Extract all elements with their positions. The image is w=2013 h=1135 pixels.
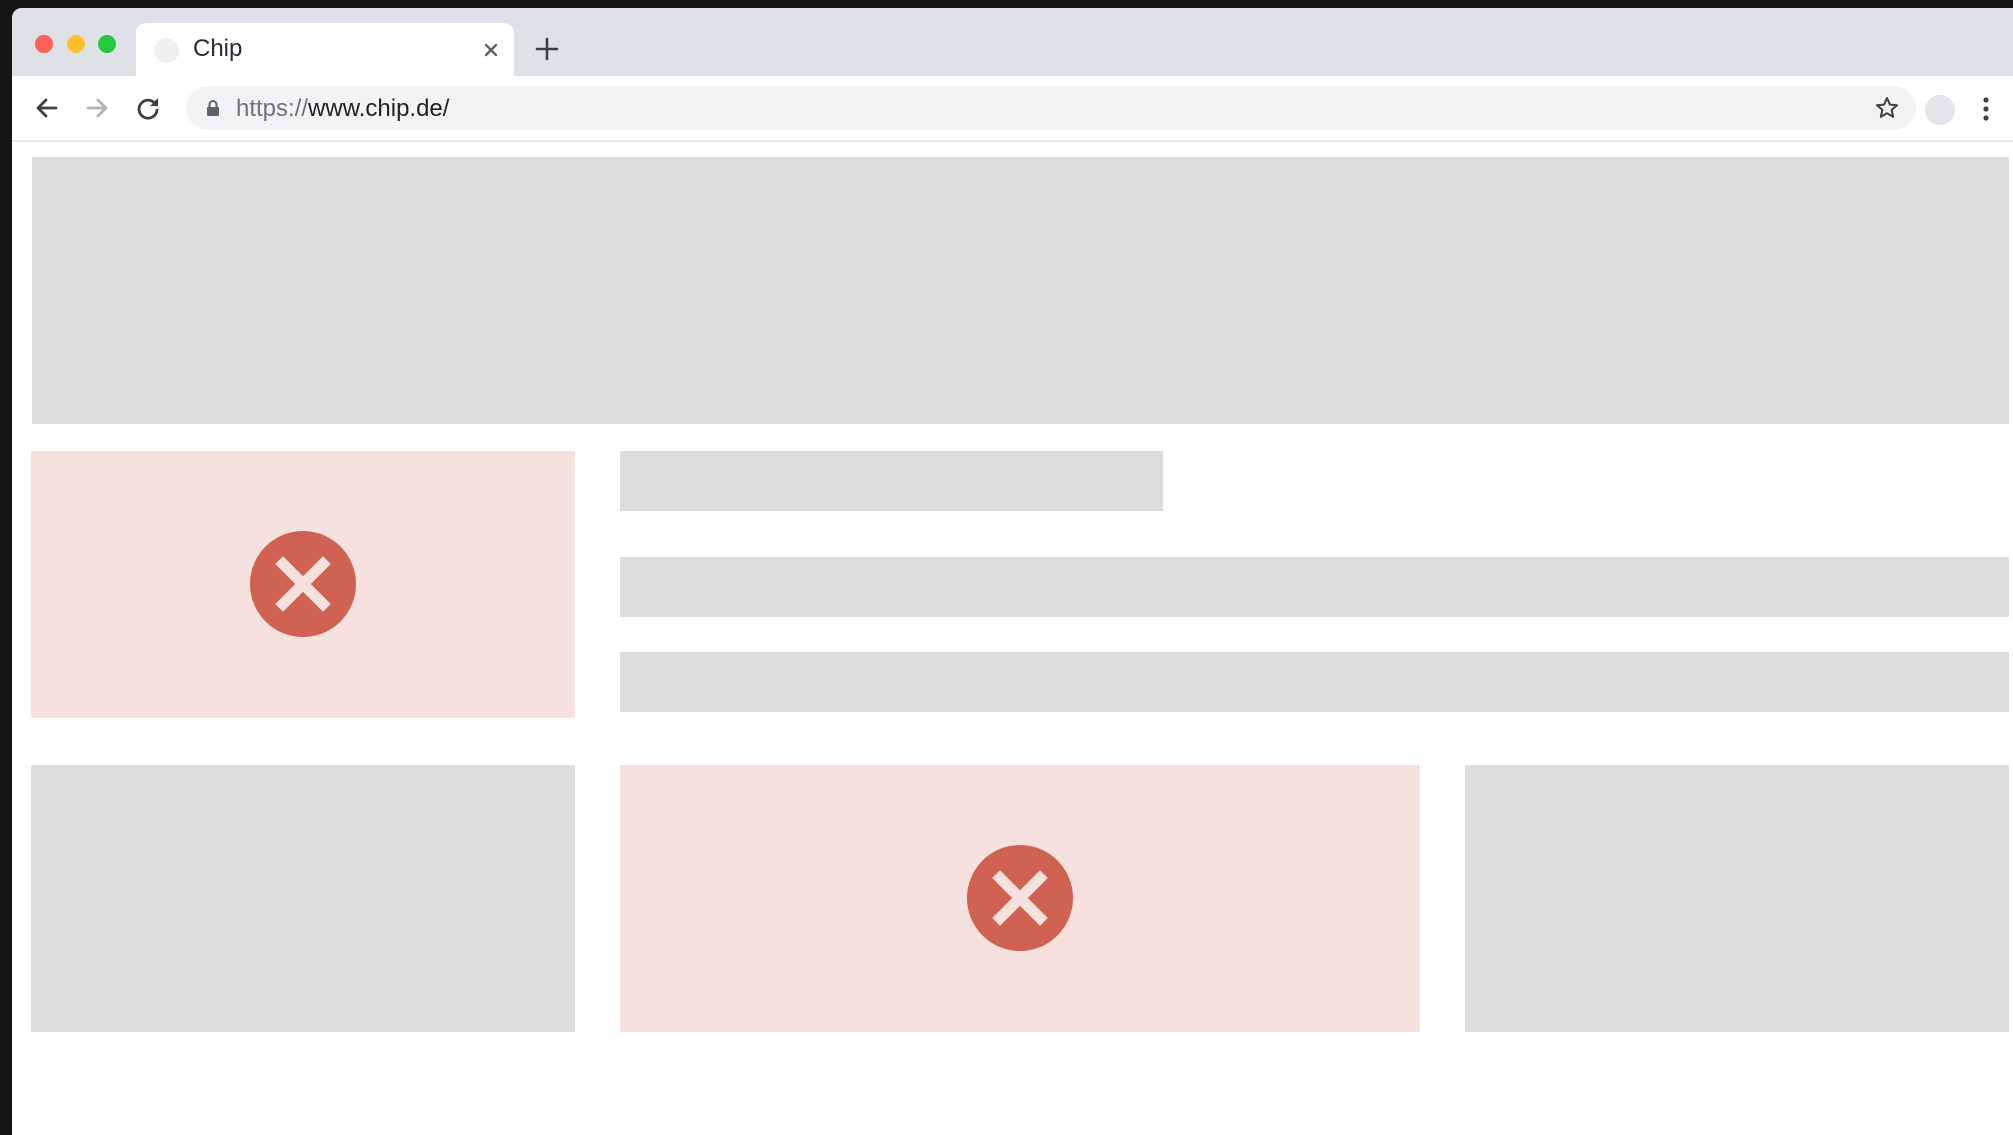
page-content (12, 142, 2013, 1135)
card-placeholder-left (31, 765, 575, 1032)
browser-toolbar: https://www.chip.de/ (12, 76, 2013, 142)
tab-chip[interactable]: Chip (136, 23, 514, 76)
forward-arrow-icon[interactable] (82, 93, 112, 123)
url-host: www.chip.de/ (308, 95, 450, 122)
window-close-button[interactable] (35, 35, 53, 53)
headline-placeholder (620, 451, 1163, 511)
broken-image-1 (31, 451, 575, 718)
url-scheme: https:// (236, 95, 309, 122)
close-icon[interactable] (478, 37, 504, 63)
browser-window: Chip https://www.chip.de/ (12, 8, 2013, 1135)
plus-icon[interactable] (534, 36, 560, 62)
favicon-icon (154, 38, 179, 63)
back-arrow-icon[interactable] (32, 93, 62, 123)
header-banner-placeholder (32, 157, 2009, 424)
reload-icon[interactable] (133, 93, 163, 123)
text-line-placeholder-1 (620, 557, 2009, 617)
window-zoom-button[interactable] (98, 35, 116, 53)
tab-strip: Chip (12, 8, 2013, 76)
profile-avatar[interactable] (1925, 95, 1955, 125)
tab-title: Chip (193, 35, 243, 62)
more-vert-icon[interactable] (1980, 94, 1992, 124)
error-icon (250, 531, 356, 637)
window-minimize-button[interactable] (67, 35, 85, 53)
lock-icon (207, 100, 219, 116)
address-bar[interactable]: https://www.chip.de/ (186, 86, 1916, 130)
url-text: https://www.chip.de/ (236, 95, 449, 123)
broken-image-2 (620, 765, 1420, 1032)
star-icon[interactable] (1874, 95, 1900, 121)
text-line-placeholder-2 (620, 652, 2009, 712)
card-placeholder-right (1465, 765, 2009, 1032)
error-icon (967, 845, 1073, 951)
